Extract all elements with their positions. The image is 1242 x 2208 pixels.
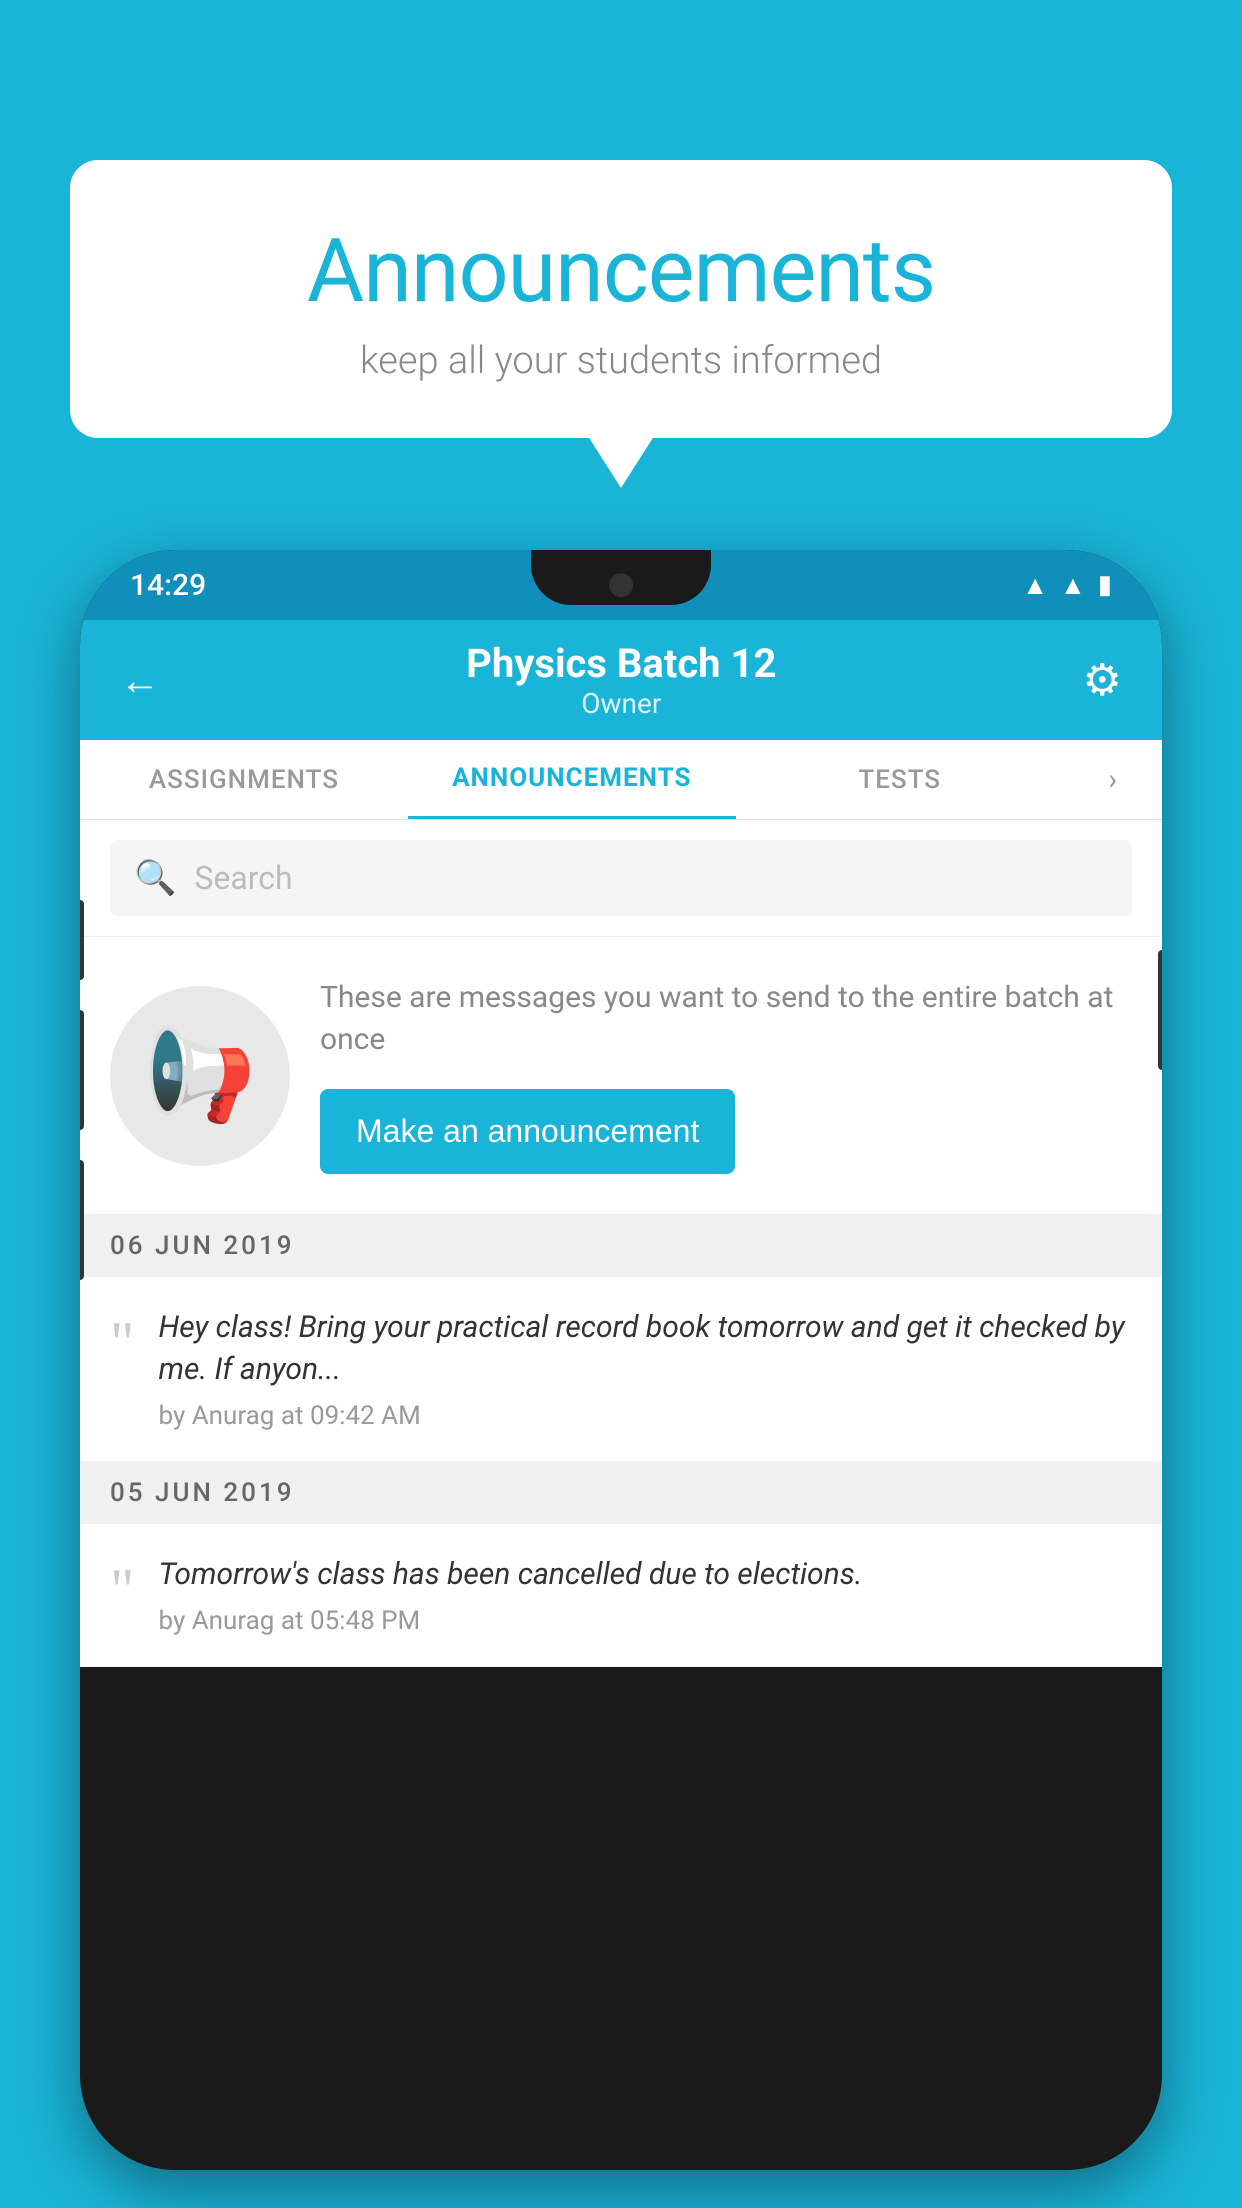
status-icons: ▲ ▲ ▮ xyxy=(1022,570,1112,601)
quote-icon-1: " xyxy=(110,1313,135,1373)
content-area: 🔍 Search 📢 These are messages you want t… xyxy=(80,820,1162,1667)
announcement-item-1[interactable]: " Hey class! Bring your practical record… xyxy=(80,1277,1162,1462)
bubble-title: Announcements xyxy=(130,220,1112,323)
status-time: 14:29 xyxy=(130,568,206,603)
volume-up-button xyxy=(80,900,84,980)
search-icon: 🔍 xyxy=(134,858,176,898)
phone-notch xyxy=(531,550,711,605)
back-button[interactable]: ← xyxy=(120,657,160,704)
header-center: Physics Batch 12 Owner xyxy=(466,640,776,720)
power-button xyxy=(1158,950,1162,1070)
tab-more[interactable]: › xyxy=(1064,740,1162,819)
make-announcement-button[interactable]: Make an announcement xyxy=(320,1089,735,1174)
promo-description: These are messages you want to send to t… xyxy=(320,977,1132,1061)
search-bar: 🔍 Search xyxy=(80,820,1162,937)
announcement-meta-2: by Anurag at 05:48 PM xyxy=(159,1606,1133,1636)
signal-icon: ▲ xyxy=(1060,570,1086,601)
date-divider-2: 05 JUN 2019 xyxy=(80,1462,1162,1524)
search-input[interactable]: Search xyxy=(194,859,292,897)
megaphone-icon: 📢 xyxy=(144,1023,256,1128)
phone-inner: 14:29 ▲ ▲ ▮ ← Physics Batch 12 Owner ⚙ xyxy=(80,550,1162,2170)
wifi-icon: ▲ xyxy=(1022,570,1048,601)
settings-icon[interactable]: ⚙ xyxy=(1083,654,1122,706)
announcement-content-1: Hey class! Bring your practical record b… xyxy=(159,1307,1133,1431)
announcement-meta-1: by Anurag at 09:42 AM xyxy=(159,1401,1133,1431)
battery-icon: ▮ xyxy=(1098,570,1112,600)
promo-block: 📢 These are messages you want to send to… xyxy=(80,937,1162,1215)
phone-wrapper: 14:29 ▲ ▲ ▮ ← Physics Batch 12 Owner ⚙ xyxy=(80,550,1162,2208)
announcement-content-2: Tomorrow's class has been cancelled due … xyxy=(159,1554,1133,1636)
header-title: Physics Batch 12 xyxy=(466,640,776,687)
megaphone-circle: 📢 xyxy=(110,986,290,1166)
promo-right: These are messages you want to send to t… xyxy=(320,977,1132,1174)
speech-bubble: Announcements keep all your students inf… xyxy=(70,160,1172,438)
announcement-text-2: Tomorrow's class has been cancelled due … xyxy=(159,1554,1133,1596)
announcement-text-1: Hey class! Bring your practical record b… xyxy=(159,1307,1133,1391)
tab-bar: ASSIGNMENTS ANNOUNCEMENTS TESTS › xyxy=(80,740,1162,820)
camera xyxy=(609,573,633,597)
header-subtitle: Owner xyxy=(466,687,776,720)
announcement-item-2[interactable]: " Tomorrow's class has been cancelled du… xyxy=(80,1524,1162,1667)
silent-button xyxy=(80,1160,84,1280)
tab-announcements[interactable]: ANNOUNCEMENTS xyxy=(408,740,736,819)
search-input-wrapper[interactable]: 🔍 Search xyxy=(110,840,1132,916)
bubble-subtitle: keep all your students informed xyxy=(130,339,1112,383)
app-header: ← Physics Batch 12 Owner ⚙ xyxy=(80,620,1162,740)
tab-tests[interactable]: TESTS xyxy=(736,740,1064,819)
tab-assignments[interactable]: ASSIGNMENTS xyxy=(80,740,408,819)
speech-bubble-container: Announcements keep all your students inf… xyxy=(70,160,1172,438)
date-divider-1: 06 JUN 2019 xyxy=(80,1215,1162,1277)
phone-device: 14:29 ▲ ▲ ▮ ← Physics Batch 12 Owner ⚙ xyxy=(80,550,1162,2170)
volume-down-button xyxy=(80,1010,84,1130)
quote-icon-2: " xyxy=(110,1560,135,1620)
